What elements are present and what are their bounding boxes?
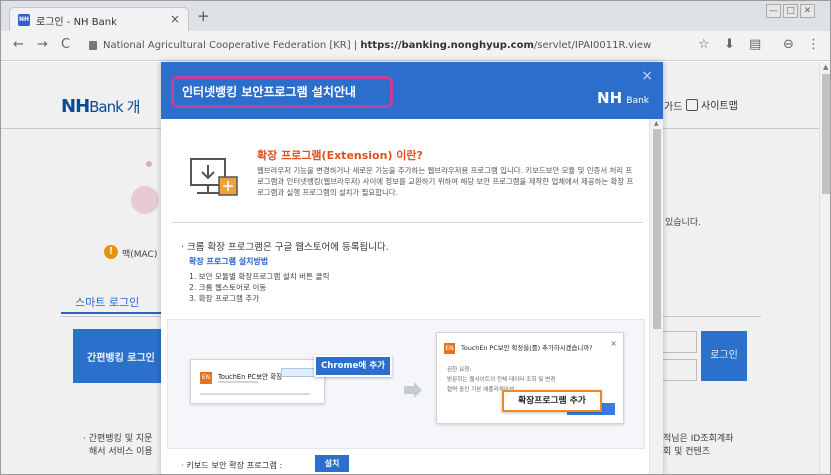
modal-body: 확장 프로그램(Extension) 이란? 웹브라우저 기능을 변경하거나 새… xyxy=(161,119,649,474)
url-org: National Agricultural Cooperative Federa… xyxy=(103,40,351,51)
url-text: National Agricultural Cooperative Federa… xyxy=(103,40,651,51)
modal-scroll-up-icon[interactable]: ▲ xyxy=(654,120,659,127)
touchen-icon: EN xyxy=(444,343,455,354)
install-demo-illustration: EN TouchEn PC보안 확장 Chrome에 추가 EN TouchEn… xyxy=(167,319,645,449)
new-tab-button[interactable]: + xyxy=(197,9,210,24)
keyboard-security-install-button[interactable]: 설치 xyxy=(315,455,349,472)
dialog-sample-title: TouchEn PC보안 확장을(를) 추가하시겠습니까? xyxy=(461,344,593,352)
modal-scrollbar[interactable]: ▲ xyxy=(649,119,663,474)
profile-icon[interactable]: ⊖ xyxy=(783,38,794,52)
tab-close-icon[interactable]: × xyxy=(170,12,180,26)
modal-header: 인터넷뱅킹 보안프로그램 설치안내 × NH Bank xyxy=(161,62,663,119)
tab-title: 로그인 - NH Bank xyxy=(36,17,117,28)
add-extension-callout: 확장프로그램 추가 xyxy=(502,390,602,412)
keyboard-security-label: · 키보드 보안 확장 프로그램 : xyxy=(181,460,283,470)
extension-description: 웹브라우저 기능을 변경하거나 새로운 기능을 추가하는 웹브라우저용 프로그램… xyxy=(257,166,634,197)
chrome-webstore-notice: · 크롬 확장 프로그램은 구글 웹스토어에 등록됩니다. xyxy=(181,242,389,253)
bookmark-star-icon[interactable]: ☆ xyxy=(698,38,710,52)
download-icon[interactable]: ⬇ xyxy=(724,38,735,52)
url-host: https://banking.nonghyup.com xyxy=(360,40,534,51)
extension-heading: 확장 프로그램(Extension) 이란? xyxy=(257,149,423,162)
url-path: /servlet/IPAI0011R.view xyxy=(533,40,652,51)
back-button[interactable]: ← xyxy=(13,38,24,52)
modal-close-icon[interactable]: × xyxy=(641,68,653,84)
page-scrollbar[interactable]: ▲ xyxy=(819,62,830,474)
url-separator: | xyxy=(353,40,358,51)
address-bar[interactable]: National Agricultural Cooperative Federa… xyxy=(83,35,723,57)
browser-window: NH 로그인 - NH Bank × + — □ ✕ ← → C Nationa… xyxy=(0,0,831,475)
modal-brand-sub: Bank xyxy=(626,96,649,106)
install-step-3: 3. 확장 프로그램 추가 xyxy=(189,294,260,303)
install-step-1: 1. 보안 모듈별 확장프로그램 설치 버튼 클릭 xyxy=(189,272,330,281)
section-divider xyxy=(171,222,643,223)
install-step-2: 2. 크롬 웹스토어로 이동 xyxy=(189,283,267,292)
security-install-modal: 인터넷뱅킹 보안프로그램 설치안내 × NH Bank 확장 프로그램(Exte… xyxy=(161,62,663,474)
arrow-right-icon xyxy=(404,382,422,398)
webstore-item-card: EN TouchEn PC보안 확장 xyxy=(190,359,325,404)
monitor-download-icon xyxy=(190,158,238,196)
tab-strip: NH 로그인 - NH Bank × + — □ ✕ xyxy=(1,1,830,31)
chrome-add-callout: Chrome에 추가 xyxy=(314,355,392,377)
placeholder-line xyxy=(218,381,258,383)
extension-icon[interactable]: ▤ xyxy=(749,38,761,52)
dialog-sample-permission-1: 방문하는 웹사이트의 전체 데이터 조회 및 변경 xyxy=(447,377,556,383)
browser-toolbar: ← → C National Agricultural Cooperative … xyxy=(1,31,830,61)
reload-button[interactable]: C xyxy=(61,38,70,52)
dialog-sample-close-icon: × xyxy=(610,339,617,348)
touchen-icon: EN xyxy=(200,372,212,384)
placeholder-line xyxy=(200,393,310,395)
browser-tab[interactable]: NH 로그인 - NH Bank × xyxy=(9,7,189,31)
browser-menu-icon[interactable]: ⋮ xyxy=(807,38,820,52)
nh-favicon-icon: NH xyxy=(18,14,30,26)
scroll-up-arrow-icon[interactable]: ▲ xyxy=(823,63,828,71)
webstore-item-name: TouchEn PC보안 확장 xyxy=(218,373,283,381)
modal-title: 인터넷뱅킹 보안프로그램 설치안내 xyxy=(171,76,393,108)
forward-button[interactable]: → xyxy=(37,38,48,52)
dialog-sample-permission-title: 권한 요청: xyxy=(447,367,472,373)
maximize-window-button[interactable]: □ xyxy=(783,4,798,18)
page-scrollbar-thumb[interactable] xyxy=(822,74,830,194)
install-howto-title: 확장 프로그램 설치방법 xyxy=(189,257,269,266)
modal-brand-main: NH xyxy=(597,89,623,107)
close-window-button[interactable]: ✕ xyxy=(800,4,815,18)
lock-icon xyxy=(89,41,97,50)
modal-scrollbar-thumb[interactable] xyxy=(653,129,661,329)
minimize-window-button[interactable]: — xyxy=(766,4,781,18)
modal-nh-logo: NH Bank xyxy=(597,89,649,107)
